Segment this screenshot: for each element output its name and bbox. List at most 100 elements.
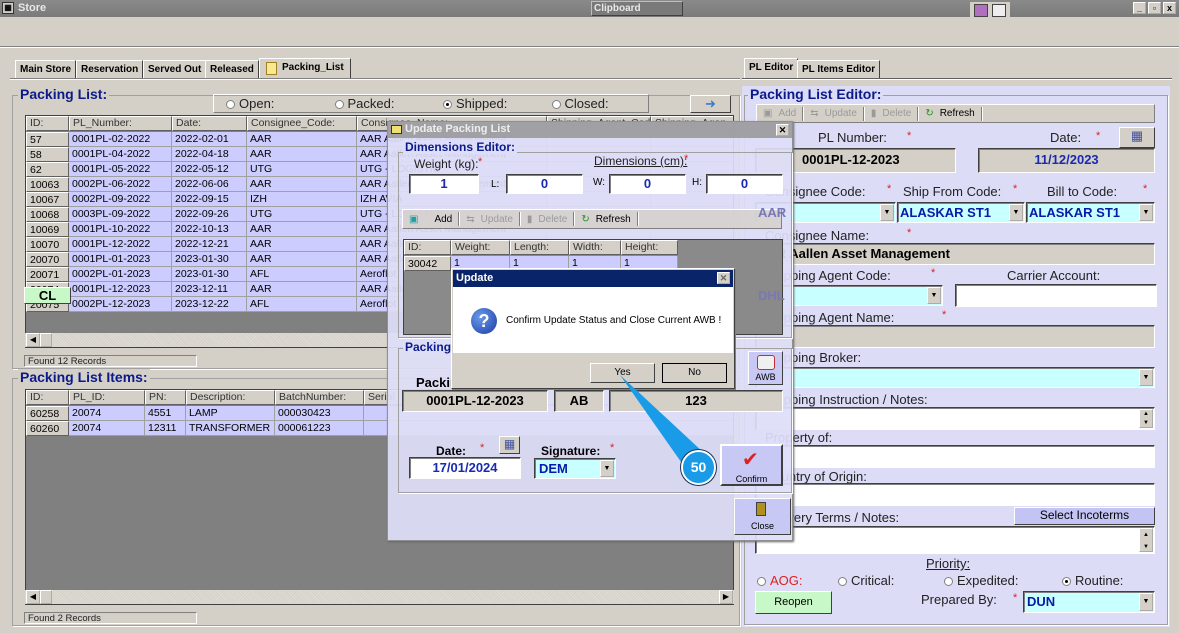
column-header[interactable]: ID: (26, 390, 69, 405)
tab-released[interactable]: Released (205, 60, 259, 78)
chevron-down-icon[interactable]: ▼ (1139, 204, 1153, 221)
currency-field[interactable]: AB (554, 390, 604, 412)
weight-field[interactable]: 1 (409, 174, 479, 194)
tab-pl-items-editor[interactable]: PL Items Editor (797, 60, 881, 78)
update-icon: ⇆ (466, 213, 475, 225)
awb-button[interactable]: AWB (748, 351, 783, 385)
delivery-terms-textarea[interactable]: ▲ ▼ (755, 526, 1155, 554)
textarea-scrollbar[interactable]: ▲ ▼ (1139, 409, 1153, 428)
filter-open[interactable]: Open: (214, 95, 323, 112)
chevron-down-icon[interactable]: ▼ (880, 204, 894, 221)
table-cell: 2023-01-30 (172, 267, 247, 282)
carrier-account-field[interactable] (955, 284, 1157, 307)
length-field[interactable]: 0 (506, 174, 583, 194)
column-header[interactable]: Consignee_Code: (247, 116, 357, 131)
delete-button[interactable]: Delete (538, 214, 567, 225)
go-button[interactable]: ➜ (690, 95, 731, 113)
tab-packing-list[interactable]: Packing_List (259, 58, 351, 79)
refresh-button[interactable]: Refresh (940, 108, 975, 119)
scroll-thumb[interactable] (40, 590, 52, 604)
radio-icon[interactable] (334, 100, 344, 110)
bill-to-combo[interactable]: ALASKAR ST1 ▼ (1026, 202, 1155, 223)
column-header[interactable]: ID: (26, 116, 69, 131)
select-incoterms-button[interactable]: Select Incoterms (1014, 507, 1155, 525)
priority-critical[interactable]: Critical: (838, 573, 894, 588)
agent-code-combo[interactable]: DHL ▼ (755, 285, 943, 306)
filter-closed[interactable]: Closed: (540, 95, 649, 112)
radio-icon[interactable] (757, 577, 766, 587)
tab-reservation[interactable]: Reservation (76, 60, 144, 78)
priority-routine[interactable]: Routine: (1062, 573, 1123, 588)
scroll-thumb[interactable] (40, 333, 52, 347)
column-header[interactable]: Width: (569, 240, 621, 255)
column-header[interactable]: PL_Number: (69, 116, 172, 131)
radio-icon[interactable] (551, 100, 561, 110)
column-header[interactable]: Date: (172, 116, 247, 131)
close-icon[interactable]: ✕ (717, 272, 730, 284)
radio-icon[interactable] (838, 577, 847, 587)
update-button[interactable]: Update (825, 108, 857, 119)
update-button[interactable]: Update (481, 214, 513, 225)
add-button[interactable]: Add (434, 214, 452, 225)
date-field[interactable]: 11/12/2023 (978, 148, 1155, 173)
refresh-button[interactable]: Refresh (596, 214, 631, 225)
minimize-button[interactable]: _ (1133, 2, 1146, 14)
add-button[interactable]: Add (778, 108, 796, 119)
chevron-down-icon[interactable]: ▼ (1009, 204, 1023, 221)
arrow-right-icon: ➜ (705, 96, 716, 111)
calendar-button[interactable]: ▦ (499, 436, 520, 454)
close-window-button[interactable]: x (1163, 2, 1176, 14)
date-field[interactable]: 17/01/2024 (409, 457, 521, 479)
store-icon[interactable] (974, 4, 988, 17)
instructions-textarea[interactable]: ▲ ▼ (755, 407, 1155, 430)
textarea-scrollbar[interactable]: ▲ ▼ (1139, 528, 1153, 552)
radio-icon[interactable] (1062, 577, 1071, 587)
priority-aog[interactable]: AOG: (757, 573, 803, 588)
consignee-name-field[interactable]: AAR Aallen Asset Management (755, 243, 1155, 265)
reopen-button[interactable]: Reopen (755, 591, 832, 614)
chevron-down-icon[interactable]: ▼ (927, 287, 941, 304)
agent-name-field[interactable]: DHL (755, 325, 1155, 348)
scroll-left-button[interactable]: ◀ (26, 333, 40, 347)
broker-combo[interactable]: ▼ (755, 367, 1155, 388)
property-field[interactable] (755, 445, 1155, 468)
priority-expedited[interactable]: Expedited: (944, 573, 1018, 588)
items-hscroll[interactable]: ◀ ▶ (25, 590, 734, 604)
width-field[interactable]: 0 (609, 174, 686, 194)
table-cell: 60260 (26, 421, 69, 436)
column-header[interactable]: Length: (510, 240, 569, 255)
copy-icon[interactable] (992, 4, 1006, 17)
tab-pl-editor[interactable]: PL Editor (744, 58, 799, 79)
column-header[interactable]: ID: (404, 240, 451, 255)
close-icon[interactable]: ✕ (776, 124, 789, 136)
column-header[interactable]: Height: (621, 240, 678, 255)
close-button[interactable]: Close (734, 498, 791, 535)
table-cell: 0001PL-02-2022 (69, 132, 172, 147)
radio-icon[interactable] (944, 577, 953, 587)
column-header[interactable]: Weight: (451, 240, 510, 255)
column-header[interactable]: BatchNumber: (275, 390, 364, 405)
filter-packed[interactable]: Packed: (323, 95, 432, 112)
radio-icon[interactable] (226, 100, 235, 110)
tab-main-store[interactable]: Main Store (15, 60, 77, 78)
delete-button[interactable]: Delete (882, 108, 911, 119)
chevron-down-icon[interactable]: ▼ (1139, 369, 1153, 386)
filter-shipped[interactable]: Shipped: (431, 95, 540, 112)
consignee-code-combo[interactable]: AAR ▼ (755, 202, 896, 223)
tab-served-out[interactable]: Served Out (143, 60, 207, 78)
ship-from-combo[interactable]: ALASKAR ST1 ▼ (897, 202, 1025, 223)
scroll-right-button[interactable]: ▶ (719, 590, 733, 604)
maximize-button[interactable]: ▫ (1148, 2, 1161, 14)
column-header[interactable]: Description: (186, 390, 275, 405)
column-header[interactable]: PN: (145, 390, 186, 405)
calendar-button[interactable]: ▦ (1119, 127, 1155, 148)
prepared-by-combo[interactable]: DUN ▼ (1023, 591, 1155, 613)
origin-field[interactable] (755, 483, 1155, 506)
packing-number-field[interactable]: 0001PL-12-2023 (402, 390, 548, 412)
clipboard-button[interactable]: Clipboard (591, 1, 683, 16)
chevron-down-icon[interactable]: ▼ (1139, 593, 1153, 611)
radio-icon[interactable] (443, 100, 452, 110)
scroll-left-button[interactable]: ◀ (26, 590, 40, 604)
height-field[interactable]: 0 (706, 174, 783, 194)
column-header[interactable]: PL_ID: (69, 390, 145, 405)
